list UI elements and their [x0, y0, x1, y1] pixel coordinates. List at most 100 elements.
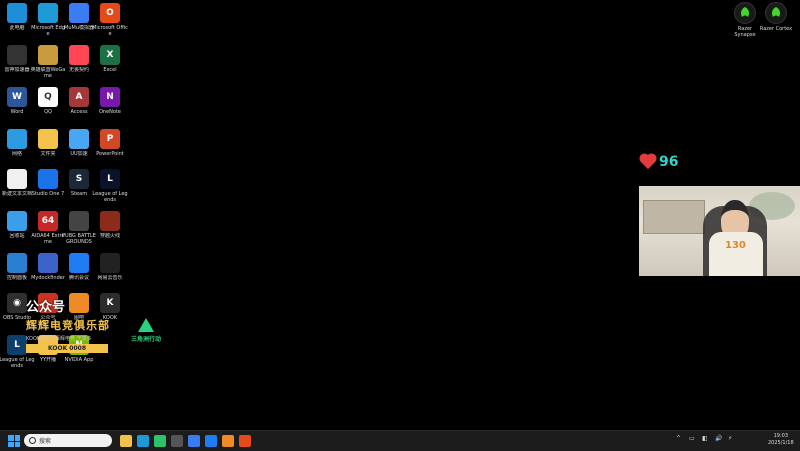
game-icon: [100, 211, 120, 231]
desktop-icon[interactable]: Studio One 7: [32, 168, 64, 208]
triangle-logo-icon: [138, 318, 154, 332]
desktop-icon[interactable]: 无畏契约: [63, 44, 95, 84]
mumu-icon: [69, 3, 89, 23]
desktop-icon[interactable]: MuMu模拟器: [63, 2, 95, 42]
taskbar-app-streamer[interactable]: [239, 435, 251, 447]
search-placeholder: 搜索: [39, 438, 52, 445]
heart-icon: [640, 154, 656, 170]
desktop-icon[interactable]: 腾讯会议: [63, 252, 95, 292]
desktop-icon-label: Razer Cortex: [759, 26, 793, 32]
heart-counter: 96: [640, 154, 679, 170]
desktop-icon[interactable]: Mydockfinder: [31, 252, 65, 292]
taskbar-app-edge[interactable]: [137, 435, 149, 447]
desktop-icon-label: League of Legends: [92, 191, 128, 203]
desktop-icon[interactable]: 控制面板: [1, 252, 33, 292]
access-icon: A: [69, 87, 89, 107]
desktop-icon[interactable]: 文件夹: [32, 128, 64, 168]
league-icon: L: [7, 335, 27, 355]
taskbar-app-obs[interactable]: [171, 435, 183, 447]
razer-icon: [734, 2, 756, 24]
team-name: 三角洲行动: [130, 336, 161, 343]
desktop-icon[interactable]: 回收站: [1, 210, 33, 250]
desktop-icon[interactable]: PUBG BATTLEGROUNDS: [62, 210, 96, 250]
desktop-icon-label: Microsoft Office: [92, 25, 128, 37]
computer-icon: [7, 3, 27, 23]
desktop-icon-label: 网易云音乐: [97, 275, 123, 281]
taskbar-app-mumu[interactable]: [205, 435, 217, 447]
studio-one-icon: [38, 169, 58, 189]
tray-icon[interactable]: ◧: [702, 435, 708, 442]
desktop-icon-label: OneNote: [98, 109, 122, 115]
recycle-bin-icon: [7, 211, 27, 231]
desktop-icon[interactable]: Q QQ: [32, 86, 64, 126]
razer-icon: [765, 2, 787, 24]
shirt-text: 130: [725, 240, 746, 251]
search-icon: [29, 437, 36, 444]
stream-overlay-brand: 公众号 辉辉电竞俱乐部 KOOK频道 | 辉辉电竞 干货多 KOOK 0008: [26, 296, 126, 353]
desktop-icon[interactable]: 穿越火线: [94, 210, 126, 250]
desktop-icon[interactable]: 此电脑: [1, 2, 33, 42]
desktop-icon[interactable]: 英雄联盟WeGame: [31, 44, 65, 84]
desktop-icon[interactable]: P PowerPoint: [94, 128, 126, 168]
desktop-icon[interactable]: 网易云音乐: [94, 252, 126, 292]
desktop-icon[interactable]: 新建文本文档: [1, 168, 33, 208]
desktop-icon[interactable]: N OneNote: [94, 86, 126, 126]
desktop-icon[interactable]: 64 AIDA64 Extreme: [31, 210, 65, 250]
uu-icon: [69, 129, 89, 149]
taskbar-search[interactable]: 搜索: [24, 434, 112, 447]
overlay-brand-name: 辉辉电竞俱乐部: [26, 319, 110, 332]
pubg-icon: [69, 211, 89, 231]
clock[interactable]: 19:03 2025/1/18: [768, 433, 794, 447]
desktop-icon[interactable]: Razer Cortex: [758, 2, 794, 32]
desktop-icon[interactable]: S Steam: [63, 168, 95, 208]
tray-icon[interactable]: ▭: [689, 435, 695, 442]
meeting-icon: [69, 253, 89, 273]
desktop-icon-label: 穿越火线: [99, 233, 120, 239]
desktop-icon[interactable]: O Microsoft Office: [92, 2, 128, 42]
tray-icon[interactable]: 🔊: [715, 435, 722, 442]
desktop-icon[interactable]: L League of Legends: [92, 168, 128, 208]
heart-count: 96: [659, 154, 679, 170]
taskbar-app-qq[interactable]: [188, 435, 200, 447]
webcam-feed: 130: [639, 186, 800, 276]
desktop-icon[interactable]: 网络: [1, 128, 33, 168]
desktop-icon[interactable]: Microsoft Edge: [31, 2, 65, 42]
taskbar-app-wechat[interactable]: [154, 435, 166, 447]
tray-icon[interactable]: ^: [676, 435, 681, 442]
powerpoint-icon: P: [100, 129, 120, 149]
desktop-icon[interactable]: UU加速: [63, 128, 95, 168]
accelerator-icon: [7, 45, 27, 65]
desktop-icon-label: PowerPoint: [96, 151, 124, 157]
desktop-icon[interactable]: A Access: [63, 86, 95, 126]
valorant-icon: [69, 45, 89, 65]
obs-icon: ◉: [7, 293, 27, 313]
network-icon: [7, 129, 27, 149]
taskbar: 搜索 19:03 2025/1/18 ^ ▭ ◧ 🔊 ⚡: [0, 430, 800, 451]
office-icon: O: [100, 3, 120, 23]
word-icon: W: [7, 87, 27, 107]
desktop-icon[interactable]: 雷神加速器: [1, 44, 33, 84]
dock-icon: [38, 253, 58, 273]
tray-icon[interactable]: ⚡: [728, 435, 732, 442]
shelf: [643, 200, 705, 234]
aida64-icon: 64: [38, 211, 58, 231]
clock-date: 2025/1/18: [768, 440, 794, 446]
league-icon: L: [100, 169, 120, 189]
lol-icon: [38, 45, 58, 65]
streamer: 130: [707, 198, 765, 276]
control-panel-icon: [7, 253, 27, 273]
streamer-shirt: 130: [709, 232, 763, 276]
music-icon: [100, 253, 120, 273]
taskbar-app-yy[interactable]: [222, 435, 234, 447]
desktop-icon-label: Excel: [103, 67, 117, 73]
overlay-brand-subtitle: KOOK频道 | 辉辉电竞 干货多: [26, 336, 92, 342]
desktop-icon[interactable]: W Word: [1, 86, 33, 126]
start-button[interactable]: [8, 435, 20, 447]
desktop-icon[interactable]: X Excel: [94, 44, 126, 84]
overlay-top-text: 公众号: [26, 300, 66, 315]
clock-time: 19:03: [773, 433, 789, 439]
taskbar-app-files[interactable]: [120, 435, 132, 447]
folder-icon: [38, 129, 58, 149]
qq-icon: Q: [38, 87, 58, 107]
text-file-icon: [7, 169, 27, 189]
